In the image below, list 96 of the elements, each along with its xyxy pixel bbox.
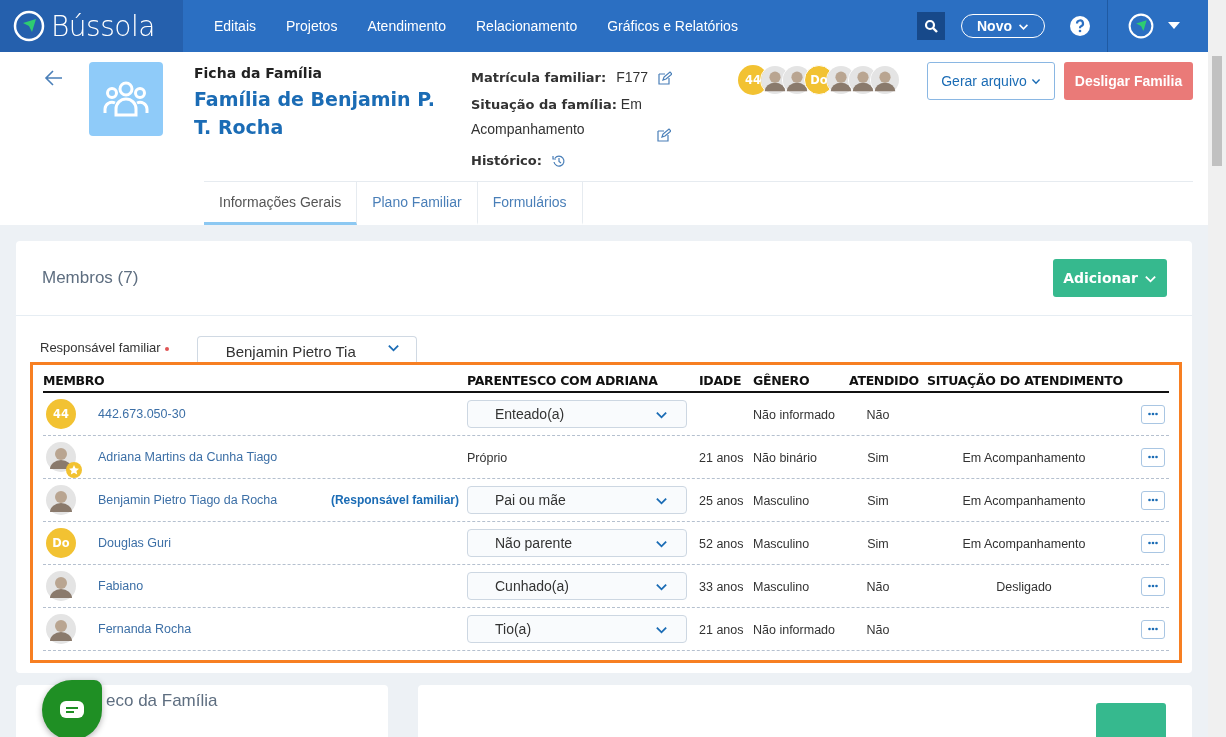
more-options-button[interactable]: [1141, 490, 1165, 510]
table-cell: Masculino: [753, 580, 810, 594]
table-cell: Sim: [867, 451, 889, 465]
nav-link[interactable]: Relacionamento: [461, 18, 593, 34]
brand-name: Bússola: [51, 9, 155, 43]
avatar: 44: [46, 399, 76, 429]
table-cell: Não: [866, 623, 890, 637]
table-cell: Próprio: [467, 451, 508, 465]
page-subtitle: Ficha da Família: [194, 65, 323, 81]
required-dot: [164, 347, 169, 351]
history-icon[interactable]: [551, 153, 566, 168]
edit-icon[interactable]: [658, 70, 673, 85]
relationship-select[interactable]: Não parente: [467, 529, 687, 557]
family-situation: Situação da família: Em Acompanhamento: [471, 95, 643, 139]
card-title: eco da Família: [106, 691, 218, 710]
responsible-select[interactable]: Benjamin Pietro Tia: [196, 336, 417, 362]
table-cell: 25 anos: [699, 494, 744, 508]
table-cell: 21 anos: [699, 623, 744, 637]
chevron-down-icon: [1030, 76, 1041, 86]
member-name-link[interactable]: Douglas Guri: [98, 536, 171, 550]
member-name-link[interactable]: 442.673.050-30: [98, 407, 186, 421]
table-cell: Não informado: [753, 623, 835, 637]
chat-icon: [59, 700, 85, 720]
more-icon: [1148, 541, 1158, 545]
table-cell: Sim: [867, 494, 889, 508]
card-title: Membros (7): [42, 268, 139, 288]
more-options-button[interactable]: [1141, 576, 1165, 596]
search-icon: [924, 19, 938, 33]
more-options-button[interactable]: [1141, 533, 1165, 553]
avatar: [46, 442, 76, 472]
table-cell: Masculino: [753, 494, 810, 508]
registration-value: F177: [616, 68, 649, 87]
responsible-tag: (Responsável familiar): [330, 493, 459, 507]
more-icon: [1148, 627, 1158, 631]
family-title: Família de Benjamin P. T. Rocha: [194, 87, 436, 140]
table-cell: Masculino: [753, 537, 810, 551]
table-cell: Não: [866, 580, 890, 594]
table-cell: Não: [866, 408, 890, 422]
chat-button[interactable]: [42, 680, 102, 737]
registration-label: Matrícula familiar:: [471, 69, 607, 87]
edit-icon[interactable]: [657, 128, 671, 142]
avatar: Do: [46, 528, 76, 558]
nav-link[interactable]: Gráficos e Relatórios: [592, 18, 753, 34]
table-cell: Não informado: [753, 408, 835, 422]
table-cell: Em Acompanhamento: [962, 451, 1086, 465]
disconnect-family-button[interactable]: Desligar Familia: [1064, 62, 1193, 100]
table-cell: Desligado: [996, 580, 1052, 594]
column-header: MEMBRO: [43, 372, 106, 388]
more-icon: [1148, 412, 1158, 416]
back-button[interactable]: [44, 68, 64, 88]
more-icon: [1148, 584, 1158, 588]
history-label: Histórico:: [471, 152, 542, 170]
more-options-button[interactable]: [1141, 447, 1165, 467]
column-header: PARENTESCO COM ADRIANA: [467, 372, 659, 388]
table-cell: 33 anos: [699, 580, 744, 594]
avatar: [46, 614, 76, 644]
member-name-link[interactable]: Benjamin Pietro Tiago da Rocha: [98, 493, 278, 507]
more-options-button[interactable]: [1141, 619, 1165, 639]
compass-logo-icon: [13, 10, 45, 42]
relationship-select[interactable]: Tio(a): [467, 615, 687, 643]
caret-icon[interactable]: [1168, 22, 1180, 30]
more-options-button[interactable]: [1141, 404, 1165, 424]
relationship-select[interactable]: Pai ou mãe: [467, 486, 687, 514]
help-icon[interactable]: [1069, 15, 1091, 37]
table-cell: 21 anos: [699, 451, 744, 465]
avatar: [871, 65, 899, 95]
column-header: GÊNERO: [753, 372, 811, 388]
avatar: [46, 571, 76, 601]
member-name-link[interactable]: Fernanda Rocha: [98, 622, 192, 636]
relationship-select[interactable]: Cunhado(a): [467, 572, 687, 600]
scrollbar[interactable]: [1208, 0, 1226, 737]
avatar: [46, 485, 76, 515]
search-button[interactable]: [917, 12, 945, 40]
more-icon: [1148, 455, 1158, 459]
compass-logo-icon: [1128, 13, 1154, 39]
tab[interactable]: Plano Familiar: [357, 182, 478, 225]
column-header: SITUAÇÃO DO ATENDIMENTO: [927, 372, 1121, 388]
column-header: ATENDIDO: [849, 372, 920, 388]
tab[interactable]: Formulários: [477, 182, 583, 225]
table-cell: Em Acompanhamento: [962, 537, 1086, 551]
table-cell: Em Acompanhamento: [962, 494, 1086, 508]
nav-link[interactable]: Editais: [199, 18, 272, 34]
column-header: IDADE: [699, 372, 743, 388]
field-label: Responsável familiar: [40, 340, 161, 355]
generate-file-button[interactable]: Gerar arquivo: [927, 62, 1055, 100]
family-icon: [89, 62, 163, 136]
more-icon: [1148, 498, 1158, 502]
tab[interactable]: Informações Gerais: [204, 182, 358, 225]
nav-link[interactable]: Projetos: [271, 18, 353, 34]
table-cell: Não binário: [753, 451, 817, 465]
relationship-select[interactable]: Enteado(a): [467, 400, 687, 428]
table-cell: 52 anos: [699, 537, 744, 551]
table-cell: Sim: [867, 537, 889, 551]
member-name-link[interactable]: Fabiano: [98, 579, 144, 593]
member-name-link[interactable]: Adriana Martins da Cunha Tiago: [98, 450, 278, 464]
nav-link[interactable]: Atendimento: [352, 18, 461, 34]
